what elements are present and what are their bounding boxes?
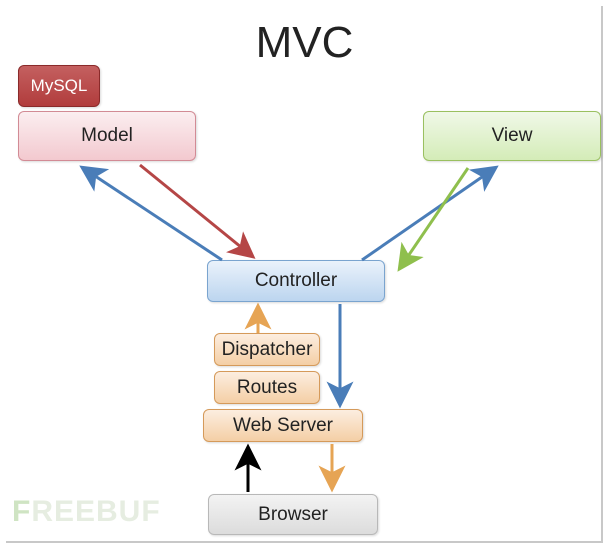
watermark: FREEBUF: [12, 495, 161, 529]
node-dispatcher: Dispatcher: [214, 333, 320, 366]
node-view: View: [423, 111, 601, 161]
node-controller: Controller: [207, 260, 385, 302]
node-model: Model: [18, 111, 196, 161]
diagram-title: MVC: [256, 18, 354, 68]
node-browser: Browser: [208, 494, 378, 535]
node-routes: Routes: [214, 371, 320, 404]
node-webserver: Web Server: [203, 409, 363, 442]
node-mysql: MySQL: [18, 65, 100, 107]
